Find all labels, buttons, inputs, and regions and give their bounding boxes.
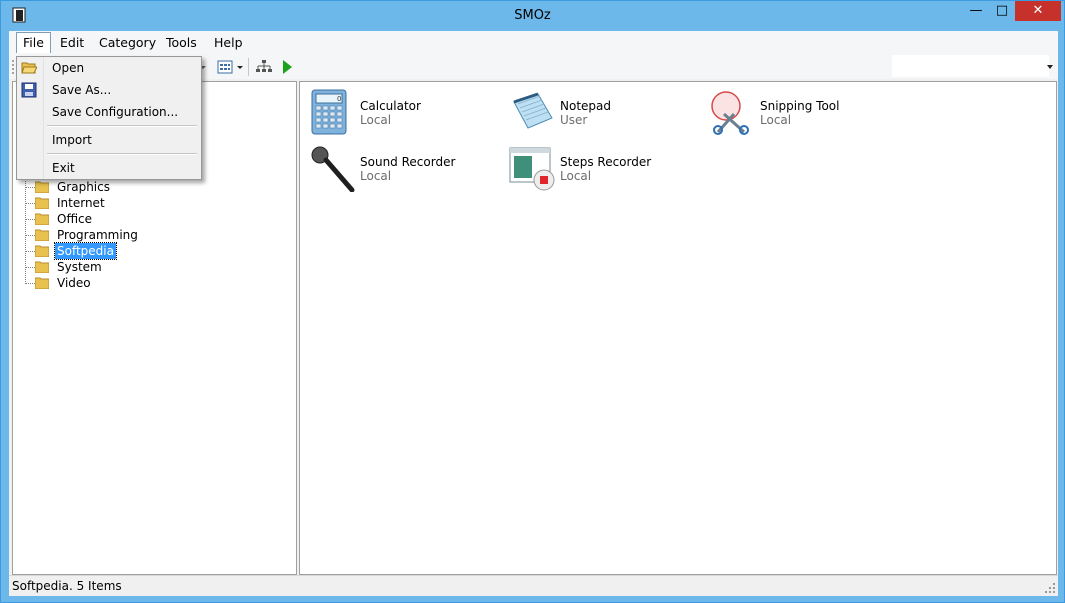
menu-item-exit[interactable]: Exit [17,157,201,179]
microphone-icon [311,146,355,192]
tree-line [25,267,35,268]
tree-item-label: Programming [57,228,138,242]
app-window: SMOz — □ ✕ File Edit Category Tools Help [0,0,1065,603]
file-menu-dropdown: Open Save As... Save Configuration... Im… [16,56,202,180]
tree-item-label: Softpedia [54,242,117,260]
app-tile-notepad[interactable]: Notepad User [508,88,708,138]
menu-bar: File Edit Category Tools Help [9,31,1058,55]
menu-item-label: Exit [52,161,75,175]
tree-line [25,187,35,188]
run-icon[interactable] [281,59,293,75]
menu-separator [47,153,197,155]
app-type: Local [760,113,792,127]
view-grid-icon[interactable] [217,59,233,75]
svg-text:0: 0 [337,95,341,103]
toolbar-overflow-area [892,55,1049,77]
tree-line [25,174,26,282]
folder-icon [35,229,49,241]
maximize-button[interactable]: □ [989,1,1015,21]
folder-icon [35,181,49,193]
menu-item-save-as[interactable]: Save As... [17,79,201,101]
app-type: Local [360,169,392,183]
menu-item-save-configuration[interactable]: Save Configuration... [17,101,201,123]
menu-file[interactable]: File [16,32,51,53]
app-name: Snipping Tool [760,99,840,113]
app-type: Local [360,113,392,127]
toolbar-overflow-icon[interactable] [1046,63,1054,71]
tree-line [25,283,35,284]
close-button[interactable]: ✕ [1015,1,1061,21]
tree-item-label: Office [57,212,93,226]
app-tile-snipping-tool[interactable]: Snipping Tool Local [708,88,908,138]
menu-item-open[interactable]: Open [17,57,201,79]
resize-grip-icon[interactable] [1045,583,1055,593]
app-name: Calculator [360,99,421,113]
tree-item-label: Internet [57,196,105,210]
tree-line [25,219,35,220]
calculator-icon: 0 [311,89,347,135]
app-tile-calculator[interactable]: 0 Calculator Local [308,88,508,138]
app-name: Sound Recorder [360,155,456,169]
app-name: Steps Recorder [560,155,652,169]
tree-line [25,203,35,204]
notepad-icon [513,92,553,129]
status-text: Softpedia. 5 Items [12,579,122,593]
app-name: Notepad [560,99,611,113]
items-view[interactable]: 0 Calculator Local Notepad User Snipping… [299,81,1057,575]
menu-edit[interactable]: Edit [54,33,90,53]
app-tile-sound-recorder[interactable]: Sound Recorder Local [308,144,508,194]
folder-icon [35,213,49,225]
app-type: Local [560,169,592,183]
tree-item-label: Video [57,276,91,290]
steps-recorder-icon [509,147,555,191]
toolbar-grip-icon[interactable] [11,58,15,76]
scissors-icon [711,91,749,135]
status-bar: Softpedia. 5 Items [9,575,1058,596]
app-type: User [560,113,588,127]
tree-line [25,251,35,252]
folder-icon [35,197,49,209]
menu-tools[interactable]: Tools [160,33,203,53]
menu-category[interactable]: Category [93,33,162,53]
hierarchy-icon[interactable] [255,59,273,75]
tree-item-label: System [57,260,102,274]
view-dropdown-icon[interactable] [236,59,244,75]
title-bar[interactable]: SMOz — □ ✕ [1,1,1064,31]
tree-line [25,235,35,236]
open-folder-icon [21,62,37,74]
folder-icon [35,261,49,273]
menu-item-label: Import [52,133,92,147]
app-tile-steps-recorder[interactable]: Steps Recorder Local [508,144,708,194]
window-title: SMOz [514,8,551,23]
save-icon [21,82,37,98]
menu-help[interactable]: Help [208,33,249,53]
menu-item-label: Open [52,61,85,75]
menu-item-label: Save As... [52,83,112,97]
menu-item-import[interactable]: Import [17,129,201,151]
minimize-button[interactable]: — [963,1,989,21]
tree-item-label: Graphics [57,180,110,194]
menu-separator [47,125,197,127]
toolbar-separator [248,58,249,76]
folder-icon [35,277,49,289]
folder-icon [35,245,49,257]
menu-item-label: Save Configuration... [52,105,179,119]
